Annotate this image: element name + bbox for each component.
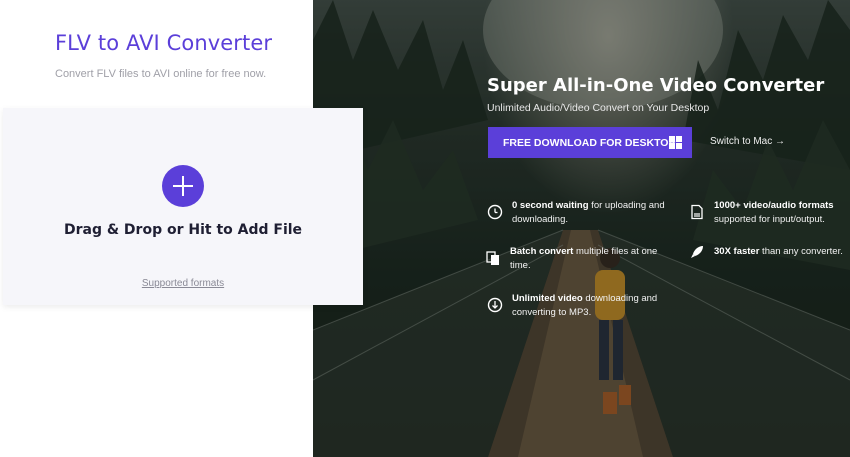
feature-bold: Batch convert — [510, 246, 574, 257]
page-subtitle: Convert FLV files to AVI online for free… — [55, 68, 267, 80]
file-icon — [691, 204, 703, 220]
feature-bold: Unlimited video — [512, 293, 583, 304]
free-download-button[interactable]: FREE DOWNLOAD FOR DESKTOP — [488, 127, 692, 158]
hero-overlay — [313, 0, 850, 457]
feature-item: 30X faster than any converter. — [714, 245, 850, 259]
drop-label: Drag & Drop or Hit to Add File — [63, 222, 303, 238]
page-title: FLV to AVI Converter — [55, 31, 273, 55]
plus-icon — [173, 176, 193, 196]
file-drop-zone[interactable]: Drag & Drop or Hit to Add File Supported… — [3, 108, 363, 305]
feature-text: than any converter. — [759, 246, 843, 257]
feature-text: supported for input/output. — [714, 214, 825, 225]
copy-icon — [486, 251, 499, 265]
supported-formats-link[interactable]: Supported formats — [3, 278, 363, 289]
feature-bold: 1000+ video/audio formats — [714, 200, 834, 211]
feature-bold: 30X faster — [714, 246, 760, 257]
feature-item: 0 second waiting for uploading and downl… — [512, 199, 672, 227]
switch-to-mac-link[interactable]: Switch to Mac → — [710, 136, 785, 147]
download-icon — [487, 297, 503, 313]
windows-icon — [669, 136, 682, 149]
feature-item: Unlimited video downloading and converti… — [512, 292, 672, 320]
hero-subtitle: Unlimited Audio/Video Convert on Your De… — [487, 102, 710, 114]
clock-icon — [487, 204, 503, 220]
rocket-icon — [691, 246, 703, 258]
add-file-button[interactable] — [162, 165, 204, 207]
promo-hero: Super All-in-One Video Converter Unlimit… — [313, 0, 850, 457]
feature-bold: 0 second waiting — [512, 200, 589, 211]
download-button-label: FREE DOWNLOAD FOR DESKTOP — [503, 136, 676, 149]
feature-item: 1000+ video/audio formats supported for … — [714, 199, 850, 227]
hero-title: Super All-in-One Video Converter — [487, 75, 825, 96]
feature-item: Batch convert multiple files at one time… — [510, 245, 670, 273]
